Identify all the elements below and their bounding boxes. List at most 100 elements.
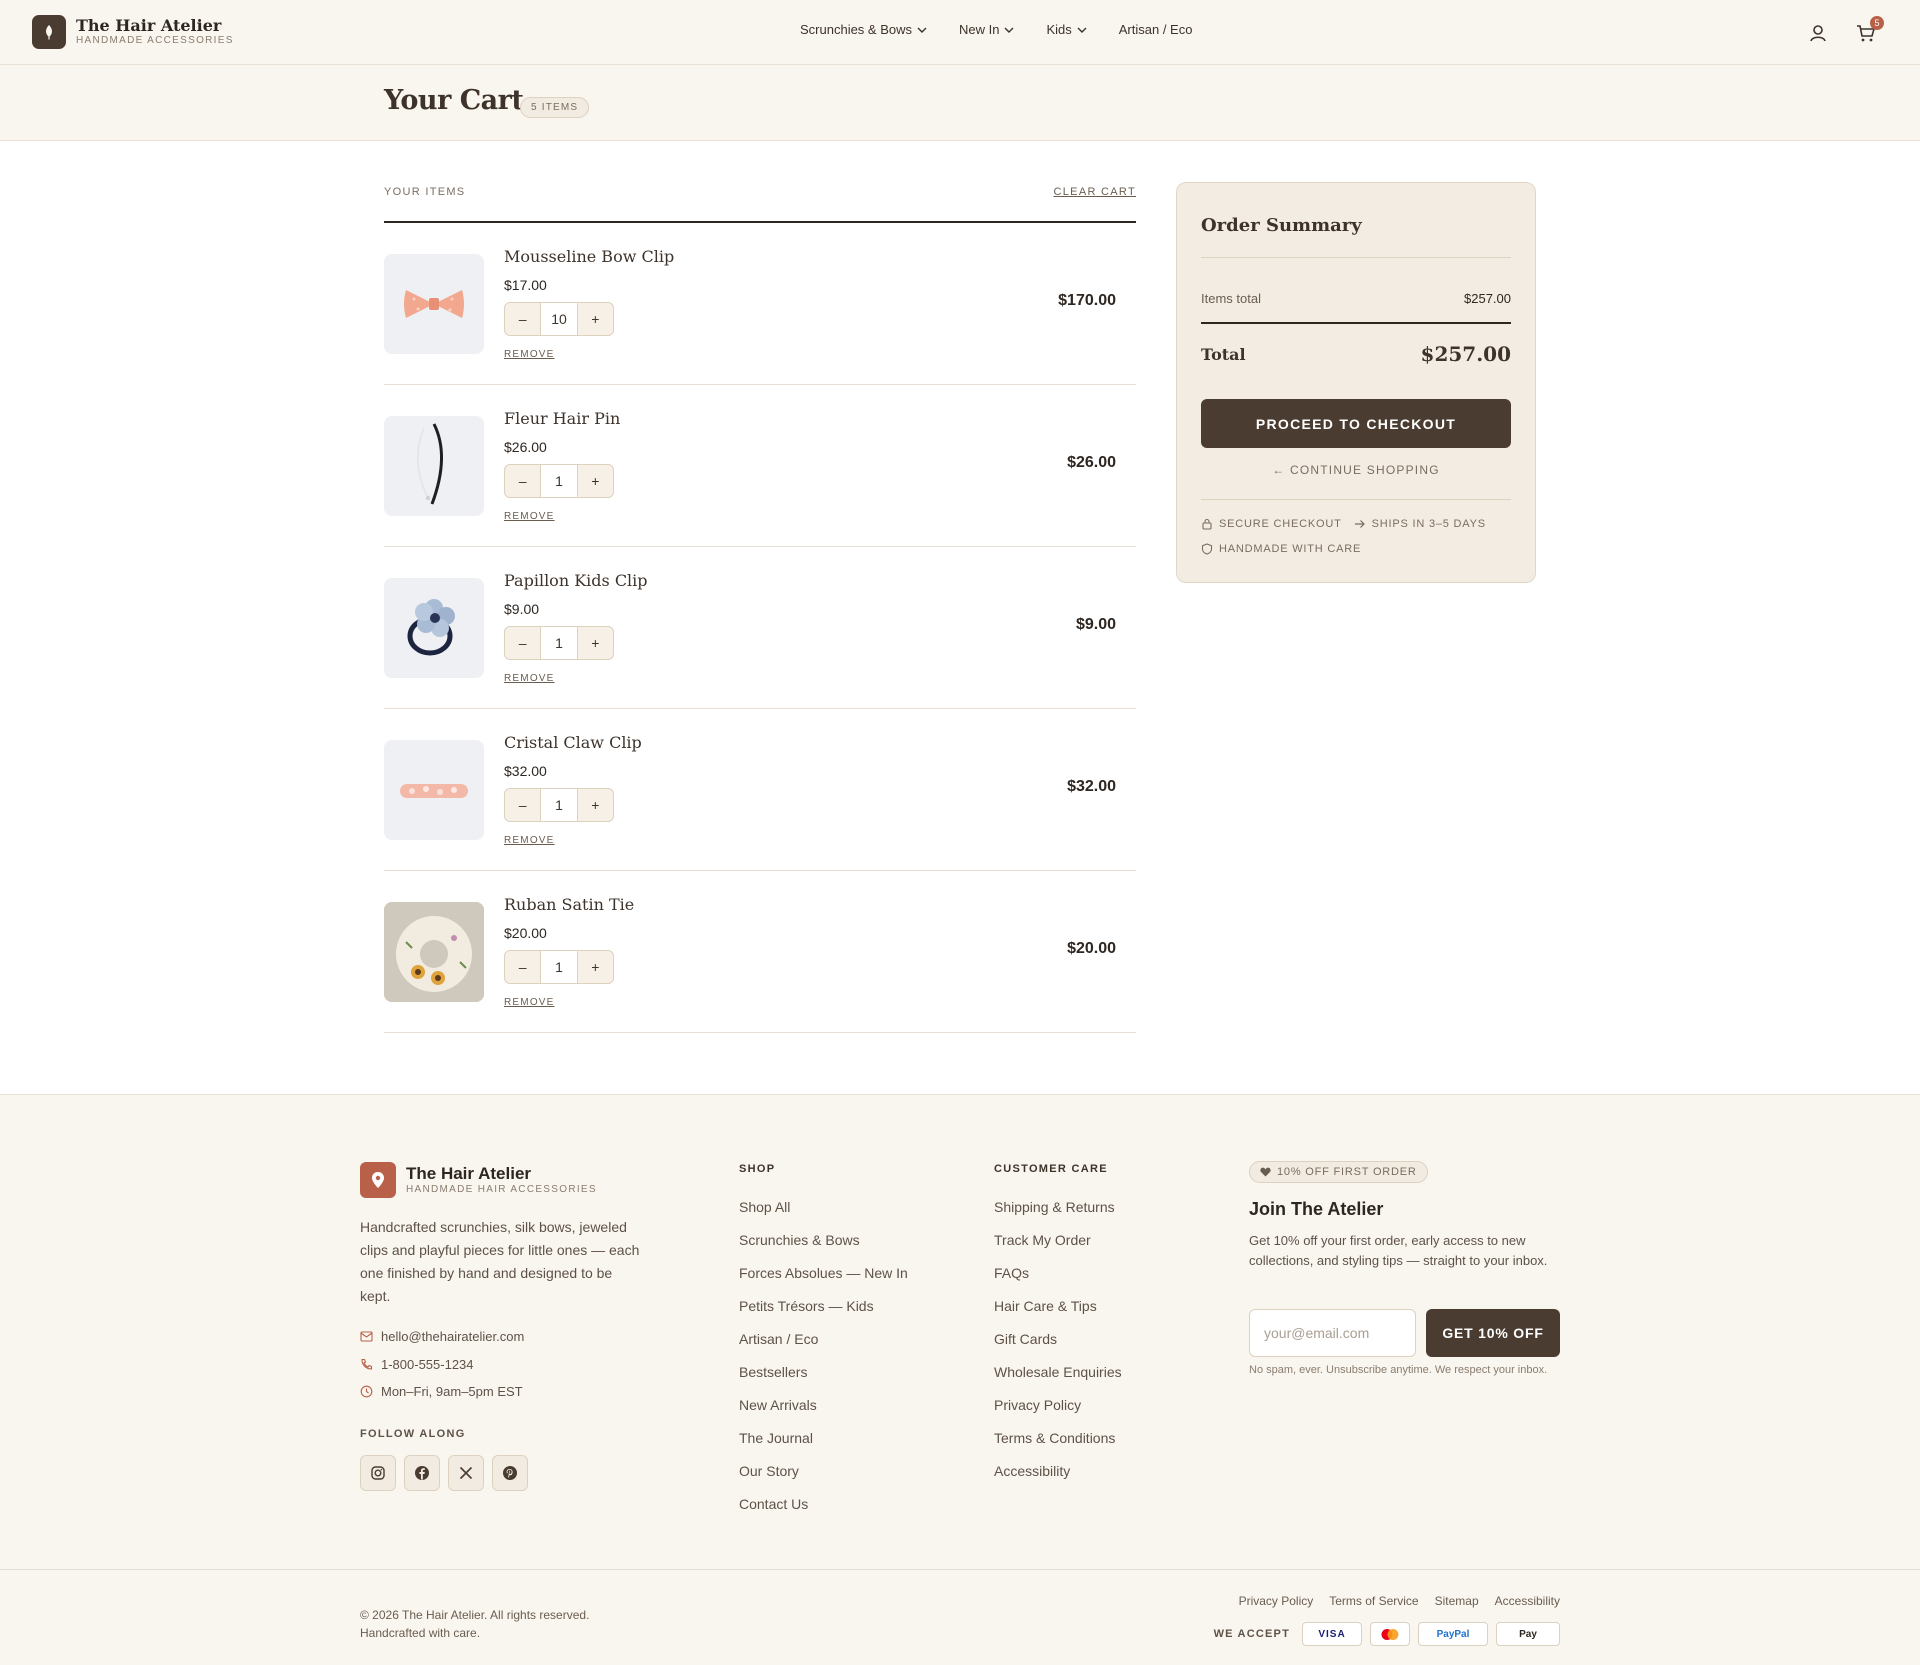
- product-name[interactable]: Cristal Claw Clip: [504, 733, 642, 752]
- remove-item-link[interactable]: REMOVE: [504, 511, 555, 522]
- decrease-quantity-button[interactable]: –: [505, 627, 540, 659]
- remove-item-link[interactable]: REMOVE: [504, 835, 555, 846]
- phone-text: 1-800-555-1234: [381, 1357, 474, 1372]
- footer-link[interactable]: New Arrivals: [739, 1397, 908, 1430]
- remove-item-link[interactable]: REMOVE: [504, 673, 555, 684]
- product-name[interactable]: Ruban Satin Tie: [504, 895, 634, 914]
- chevron-down-icon: [1077, 27, 1087, 33]
- promo-badge-text: 10% OFF FIRST ORDER: [1277, 1166, 1417, 1178]
- footer-brand-tagline: HANDMADE HAIR ACCESSORIES: [406, 1184, 597, 1195]
- nav-item-scrunchies-bows[interactable]: Scrunchies & Bows: [800, 22, 927, 37]
- decrease-quantity-button[interactable]: –: [505, 465, 540, 497]
- product-name[interactable]: Papillon Kids Clip: [504, 571, 648, 590]
- page-title: Your Cart: [384, 85, 524, 116]
- items-total-row: Items total $257.00: [1201, 291, 1511, 306]
- bow-clip-thumbnail[interactable]: [384, 254, 484, 354]
- quantity-value[interactable]: 1: [540, 627, 578, 659]
- footer-link[interactable]: Artisan / Eco: [739, 1331, 908, 1364]
- quantity-stepper: – 1 +: [504, 788, 614, 822]
- hair-pin-thumbnail[interactable]: [384, 416, 484, 516]
- footer-link[interactable]: Hair Care & Tips: [994, 1298, 1122, 1331]
- footer-link[interactable]: Our Story: [739, 1463, 908, 1496]
- footer-link[interactable]: FAQs: [994, 1265, 1122, 1298]
- remove-item-link[interactable]: REMOVE: [504, 349, 555, 360]
- legal-link[interactable]: Terms of Service: [1329, 1594, 1418, 1608]
- footer-brand[interactable]: The Hair Atelier HANDMADE HAIR ACCESSORI…: [360, 1162, 597, 1198]
- footer-link[interactable]: Bestsellers: [739, 1364, 908, 1397]
- site-header: The Hair Atelier HANDMADE ACCESSORIES Sc…: [0, 0, 1920, 65]
- footer-link[interactable]: Wholesale Enquiries: [994, 1364, 1122, 1397]
- scrunchie-thumbnail[interactable]: [384, 902, 484, 1002]
- footer-link[interactable]: Shop All: [739, 1199, 908, 1232]
- decrease-quantity-button[interactable]: –: [505, 789, 540, 821]
- facebook-icon[interactable]: [404, 1455, 440, 1491]
- increase-quantity-button[interactable]: +: [578, 951, 613, 983]
- site-footer: The Hair Atelier HANDMADE HAIR ACCESSORI…: [0, 1094, 1920, 1665]
- cart-count-badge: 5: [1870, 16, 1884, 30]
- chevron-down-icon: [917, 27, 927, 33]
- footer-link[interactable]: Terms & Conditions: [994, 1430, 1122, 1463]
- increase-quantity-button[interactable]: +: [578, 303, 613, 335]
- nav-item-new-in[interactable]: New In: [959, 22, 1014, 37]
- legal-link[interactable]: Accessibility: [1495, 1594, 1560, 1608]
- footer-link[interactable]: Privacy Policy: [994, 1397, 1122, 1430]
- product-name[interactable]: Fleur Hair Pin: [504, 409, 620, 428]
- footer-link[interactable]: Shipping & Returns: [994, 1199, 1122, 1232]
- footer-link[interactable]: Track My Order: [994, 1232, 1122, 1265]
- decrease-quantity-button[interactable]: –: [505, 951, 540, 983]
- divider: [1201, 322, 1511, 324]
- decrease-quantity-button[interactable]: –: [505, 303, 540, 335]
- customer-care-heading: CUSTOMER CARE: [994, 1163, 1108, 1175]
- brand-logo-link[interactable]: The Hair Atelier HANDMADE ACCESSORIES: [32, 15, 234, 49]
- pinterest-icon[interactable]: [492, 1455, 528, 1491]
- heart-icon: [1260, 1167, 1271, 1177]
- quantity-value[interactable]: 10: [540, 303, 578, 335]
- footer-link[interactable]: Contact Us: [739, 1496, 908, 1529]
- footer-link[interactable]: Petits Trésors — Kids: [739, 1298, 908, 1331]
- product-name[interactable]: Mousseline Bow Clip: [504, 247, 674, 266]
- nav-item-artisan-eco[interactable]: Artisan / Eco: [1119, 22, 1193, 37]
- footer-link[interactable]: Accessibility: [994, 1463, 1122, 1496]
- contact-phone[interactable]: 1-800-555-1234: [360, 1357, 474, 1372]
- footer-link[interactable]: The Journal: [739, 1430, 908, 1463]
- increase-quantity-button[interactable]: +: [578, 627, 613, 659]
- arrow-right-icon: [1354, 520, 1365, 528]
- nav-label: Kids: [1046, 22, 1072, 37]
- paypal-icon: PayPal: [1418, 1622, 1488, 1646]
- remove-item-link[interactable]: REMOVE: [504, 997, 555, 1008]
- account-icon[interactable]: [1806, 21, 1830, 45]
- continue-shopping-link[interactable]: ← CONTINUE SHOPPING: [1201, 463, 1511, 477]
- unit-price: $17.00: [504, 277, 547, 293]
- clear-cart-link[interactable]: CLEAR CART: [1054, 186, 1136, 198]
- newsletter-email-input[interactable]: [1249, 1309, 1416, 1357]
- legal-link[interactable]: Sitemap: [1435, 1594, 1479, 1608]
- increase-quantity-button[interactable]: +: [578, 789, 613, 821]
- legal-link[interactable]: Privacy Policy: [1239, 1594, 1314, 1608]
- quantity-value[interactable]: 1: [540, 789, 578, 821]
- promo-badge: 10% OFF FIRST ORDER: [1249, 1161, 1428, 1183]
- footer-link[interactable]: Forces Absolues — New In: [739, 1265, 908, 1298]
- mastercard-icon: [1370, 1622, 1410, 1646]
- increase-quantity-button[interactable]: +: [578, 465, 613, 497]
- footer-brand-name: The Hair Atelier: [406, 1164, 532, 1183]
- instagram-icon[interactable]: [360, 1455, 396, 1491]
- claw-clip-thumbnail[interactable]: [384, 740, 484, 840]
- flower-hair-tie-thumbnail[interactable]: [384, 578, 484, 678]
- contact-email[interactable]: hello@thehairatelier.com: [360, 1329, 524, 1344]
- proceed-to-checkout-button[interactable]: PROCEED TO CHECKOUT: [1201, 399, 1511, 448]
- newsletter-submit-button[interactable]: GET 10% OFF: [1426, 1309, 1560, 1357]
- footer-link[interactable]: Gift Cards: [994, 1331, 1122, 1364]
- footer-link[interactable]: Scrunchies & Bows: [739, 1232, 908, 1265]
- lock-icon: [1202, 518, 1212, 530]
- x-twitter-icon[interactable]: [448, 1455, 484, 1491]
- nav-label: New In: [959, 22, 1000, 37]
- cart-icon[interactable]: 5: [1854, 16, 1884, 45]
- nav-label: Artisan / Eco: [1118, 22, 1193, 37]
- quantity-value[interactable]: 1: [540, 951, 578, 983]
- shop-links: Shop All Scrunchies & Bows Forces Absolu…: [739, 1199, 908, 1529]
- nav-item-kids[interactable]: Kids: [1046, 22, 1087, 37]
- total-label: Total: [1201, 345, 1246, 364]
- payment-methods: WE ACCEPT VISA PayPal Pay: [1214, 1622, 1560, 1646]
- apple-pay-icon: Pay: [1496, 1622, 1560, 1646]
- quantity-value[interactable]: 1: [540, 465, 578, 497]
